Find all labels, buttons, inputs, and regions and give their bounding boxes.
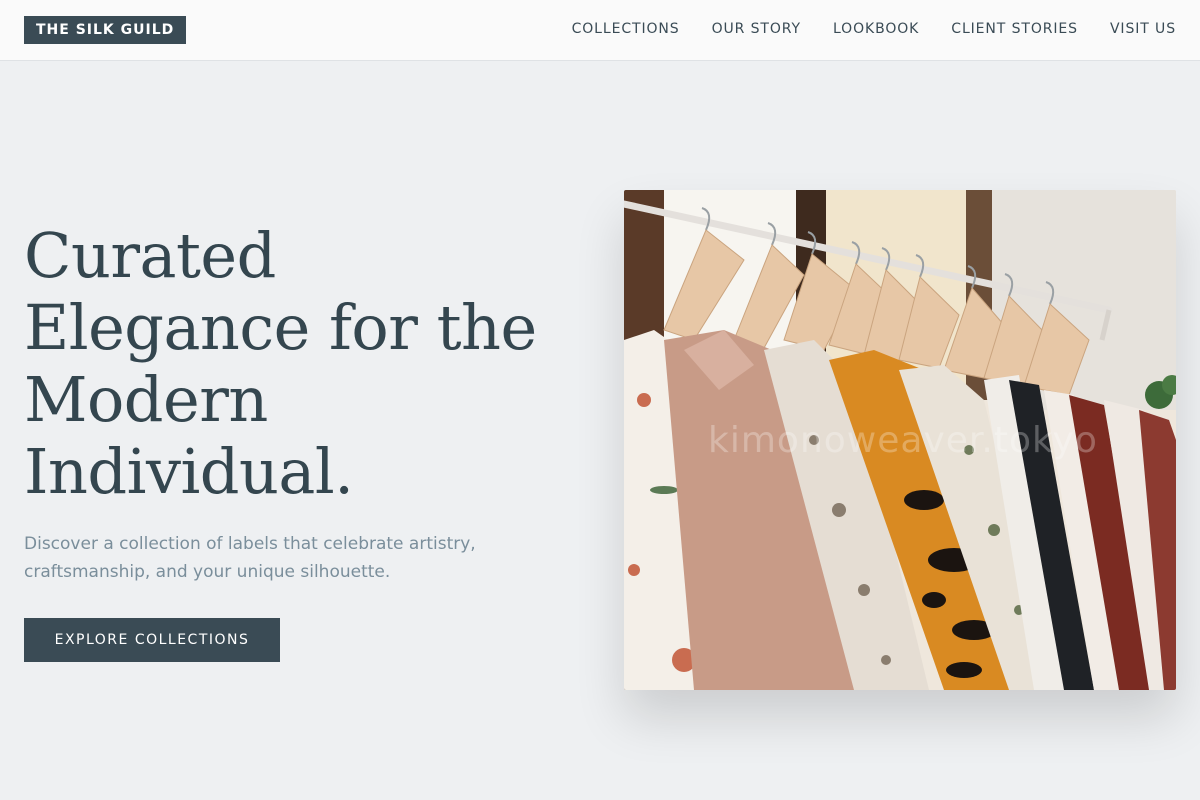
explore-collections-button[interactable]: EXPLORE COLLECTIONS — [24, 618, 280, 662]
brand-logo[interactable]: THE SILK GUILD — [24, 16, 187, 44]
nav-collections[interactable]: COLLECTIONS — [572, 21, 680, 37]
main-nav: COLLECTIONS OUR STORY LOOKBOOK CLIENT ST… — [572, 0, 1176, 58]
nav-our-story[interactable]: OUR STORY — [712, 21, 801, 37]
top-nav-bar: THE SILK GUILD COLLECTIONS OUR STORY LOO… — [0, 0, 1200, 61]
hero-title-line: Curated — [24, 219, 276, 292]
hero-title-line: Elegance for the — [24, 291, 537, 364]
hero-title: Curated Elegance for the Modern Individu… — [24, 220, 584, 508]
image-watermark: kimonoweaver.tokyo — [708, 420, 1098, 461]
nav-lookbook[interactable]: LOOKBOOK — [833, 21, 919, 37]
nav-visit-us[interactable]: VISIT US — [1110, 21, 1176, 37]
nav-client-stories[interactable]: CLIENT STORIES — [951, 21, 1078, 37]
hero-title-line: Modern — [24, 363, 268, 436]
hero-image: kimonoweaver.tokyo — [624, 190, 1176, 690]
hero-subtitle: Discover a collection of labels that cel… — [24, 534, 476, 582]
hero-title-line: Individual. — [24, 435, 354, 508]
